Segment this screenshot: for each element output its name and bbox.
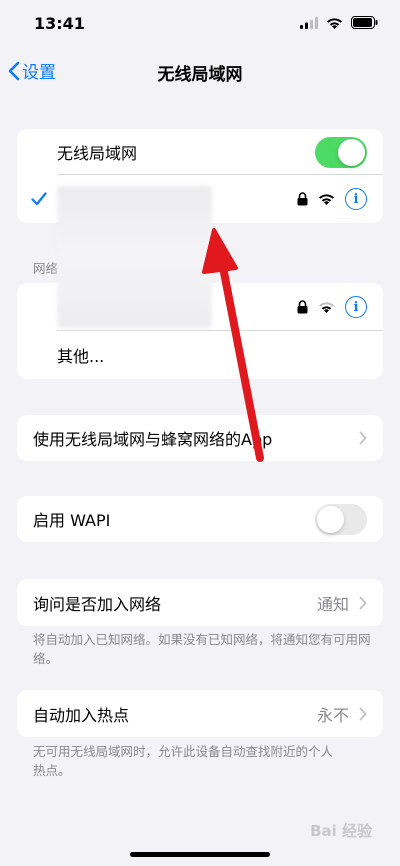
ask-join-card: 询问是否加入网络 通知 bbox=[17, 579, 383, 626]
home-indicator bbox=[130, 852, 270, 857]
networks-section-header: 网络 bbox=[33, 261, 59, 276]
ask-join-value: 通知 bbox=[316, 594, 349, 614]
apps-row-chevron bbox=[359, 415, 367, 461]
ask-join-label: 询问是否加入网络 bbox=[33, 594, 162, 614]
chevron-right-icon bbox=[359, 596, 367, 609]
other-network-label: 其他... bbox=[57, 347, 105, 366]
nav-bar: 设置 无线局域网 bbox=[0, 52, 400, 92]
wapi-label: 启用 WAPI bbox=[33, 511, 111, 530]
wifi-signal-icon bbox=[319, 302, 334, 313]
battery-icon bbox=[351, 16, 378, 29]
ask-join-footnote: 将自动加入已知网络。如果没有已知网络，将通知您有可用网络。 bbox=[33, 632, 371, 666]
redacted-network-names bbox=[57, 186, 212, 328]
wifi-status-icon bbox=[327, 17, 342, 29]
info-icon[interactable]: i bbox=[345, 296, 367, 318]
hotspot-value: 永不 bbox=[316, 705, 349, 725]
wapi-toggle[interactable] bbox=[315, 504, 367, 535]
status-bar: 13:41 bbox=[0, 0, 400, 48]
hotspot-footnote: 无可用无线局域网时，允许此设备自动查找附近的个人热点。 bbox=[33, 744, 334, 778]
hotspot-card: 自动加入热点 永不 bbox=[17, 690, 383, 737]
chevron-right-icon bbox=[359, 431, 367, 445]
status-time: 13:41 bbox=[34, 14, 85, 33]
chevron-right-icon bbox=[359, 707, 367, 720]
cellular-signal-icon bbox=[300, 16, 318, 29]
page-title: 无线局域网 bbox=[157, 65, 243, 85]
ask-join-row[interactable]: 询问是否加入网络 通知 bbox=[17, 579, 383, 626]
wlan-toggle-label: 无线局域网 bbox=[57, 144, 138, 163]
status-icons bbox=[300, 16, 378, 29]
wlan-toggle-row: 无线局域网 bbox=[17, 129, 383, 175]
apps-row-label: 使用无线局域网与蜂窝网络的App bbox=[33, 430, 273, 449]
wapi-row: 启用 WAPI bbox=[17, 496, 383, 542]
hotspot-value-group: 永不 bbox=[317, 690, 367, 737]
network-row-icons: i bbox=[297, 283, 367, 331]
info-icon[interactable]: i bbox=[345, 188, 367, 210]
network-status-icons: i bbox=[297, 175, 367, 223]
lock-icon bbox=[297, 300, 308, 314]
apps-card: 使用无线局域网与蜂窝网络的App bbox=[17, 415, 383, 461]
lock-icon bbox=[297, 192, 308, 206]
apps-row[interactable]: 使用无线局域网与蜂窝网络的App bbox=[17, 415, 383, 461]
hotspot-label: 自动加入热点 bbox=[33, 705, 130, 725]
ask-join-value-group: 通知 bbox=[317, 579, 367, 626]
wapi-card: 启用 WAPI bbox=[17, 496, 383, 542]
other-network-row[interactable]: 其他... bbox=[17, 331, 383, 379]
watermark: Bai 经验 bbox=[310, 822, 372, 840]
wifi-signal-icon bbox=[319, 194, 334, 205]
checkmark-icon bbox=[31, 192, 47, 206]
wlan-toggle[interactable] bbox=[315, 137, 367, 168]
hotspot-row[interactable]: 自动加入热点 永不 bbox=[17, 690, 383, 737]
